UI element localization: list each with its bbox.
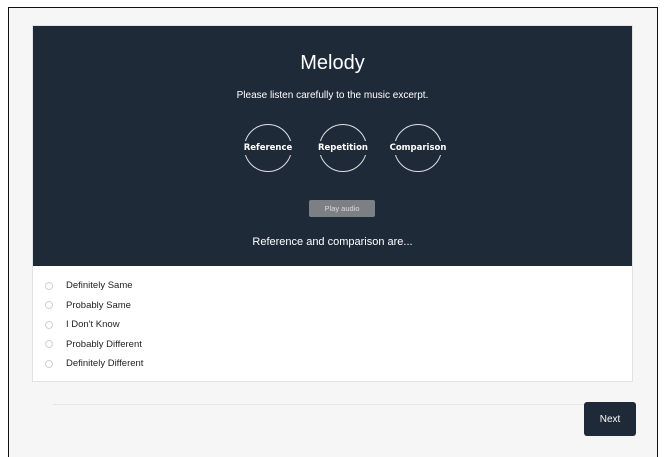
footer-divider <box>53 404 633 405</box>
option-label: Probably Different <box>66 338 142 350</box>
stage-reference: Reference <box>231 124 305 172</box>
option-definitely-same[interactable]: Definitely Same <box>45 276 143 296</box>
play-audio-button[interactable]: Play audio <box>309 200 375 217</box>
question-text: Reference and comparison are... <box>252 236 413 248</box>
stage-label: Repetition <box>306 141 380 155</box>
radio-button[interactable] <box>45 320 53 329</box>
stage-comparison: Comparison <box>381 124 455 172</box>
instructions: Please listen carefully to the music exc… <box>236 90 429 101</box>
option-dont-know[interactable]: I Don't Know <box>45 315 143 335</box>
question-card: Melody Please listen carefully to the mu… <box>32 25 633 382</box>
option-label: I Don't Know <box>66 319 120 331</box>
answer-options: Definitely Same Probably Same I Don't Kn… <box>45 276 143 374</box>
option-definitely-different[interactable]: Definitely Different <box>45 354 143 374</box>
radio-button[interactable] <box>45 281 53 290</box>
option-probably-same[interactable]: Probably Same <box>45 296 143 316</box>
next-button[interactable]: Next <box>584 402 636 436</box>
stage-indicators: Reference Repetition Comparison <box>231 124 455 174</box>
survey-frame: Melody Please listen carefully to the mu… <box>8 7 658 457</box>
stage-label: Comparison <box>381 141 455 155</box>
option-label: Probably Same <box>66 299 131 311</box>
option-label: Definitely Different <box>66 358 144 370</box>
radio-button[interactable] <box>45 340 53 349</box>
option-label: Definitely Same <box>66 280 133 292</box>
question-header: Melody Please listen carefully to the mu… <box>33 26 632 266</box>
radio-button[interactable] <box>45 301 53 310</box>
stage-repetition: Repetition <box>306 124 380 172</box>
option-probably-different[interactable]: Probably Different <box>45 335 143 355</box>
stage-label: Reference <box>231 141 305 155</box>
page-title: Melody <box>300 52 365 74</box>
radio-button[interactable] <box>45 359 53 368</box>
